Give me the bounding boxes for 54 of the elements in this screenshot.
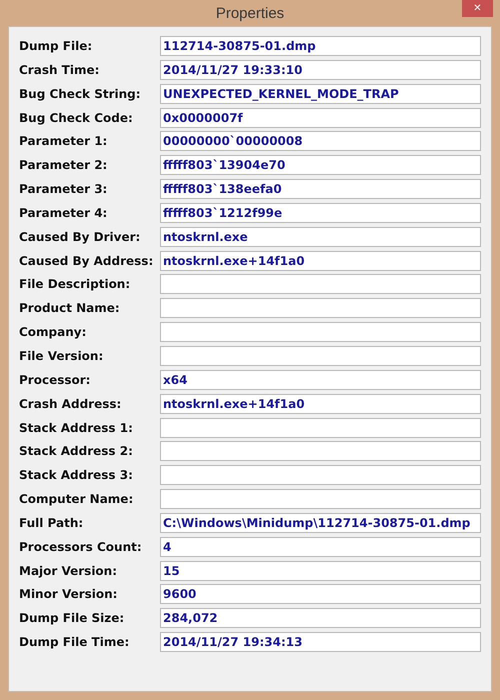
value-field[interactable]: C:\Windows\Minidump\112714-30875-01.dmp xyxy=(160,512,481,533)
field-label: Processor: xyxy=(19,372,92,387)
value-field[interactable]: 2014/11/27 19:34:13 xyxy=(160,632,481,652)
field-label: Stack Address 1: xyxy=(19,420,134,434)
value-field[interactable]: 00000000`00000008 xyxy=(160,131,481,152)
value-field[interactable] xyxy=(160,322,481,342)
value-field[interactable]: x64 xyxy=(160,370,481,390)
field-label: Stack Address 2: xyxy=(19,444,134,458)
value-field[interactable] xyxy=(160,465,481,486)
value-field[interactable]: ntoskrnl.exe xyxy=(160,226,481,247)
field-label: Computer Name: xyxy=(19,492,134,506)
value-field[interactable]: 2014/11/27 19:33:10 xyxy=(160,60,481,80)
field-label: Minor Version: xyxy=(19,587,118,602)
field-label: Processors Count: xyxy=(19,540,143,554)
value-field[interactable]: 15 xyxy=(160,560,481,581)
field-label: Crash Address: xyxy=(19,396,122,411)
value-field[interactable]: ntoskrnl.exe+14f1a0 xyxy=(160,250,481,271)
value-field[interactable] xyxy=(160,346,481,366)
field-label: Dump File Time: xyxy=(19,635,130,650)
field-label: Caused By Address: xyxy=(19,254,154,268)
field-label: File Description: xyxy=(19,277,132,292)
value-field[interactable]: ntoskrnl.exe+14f1a0 xyxy=(160,394,481,414)
field-label: Crash Time: xyxy=(19,62,100,77)
field-label: Parameter 3: xyxy=(19,182,108,196)
window-title: Properties xyxy=(216,4,284,22)
close-button[interactable]: ✕ xyxy=(462,0,493,17)
value-field[interactable]: fffff803`13904e70 xyxy=(160,155,481,176)
value-field[interactable]: 0x0000007f xyxy=(160,108,481,128)
value-field[interactable]: 112714-30875-01.dmp xyxy=(160,36,481,56)
field-label: Bug Check String: xyxy=(19,86,142,101)
value-field[interactable] xyxy=(160,298,481,318)
field-label: Stack Address 3: xyxy=(19,468,134,482)
field-label: Parameter 4: xyxy=(19,206,108,220)
field-label: Full Path: xyxy=(19,516,84,530)
field-label: Major Version: xyxy=(19,564,118,578)
value-field[interactable]: 284,072 xyxy=(160,608,481,628)
value-field[interactable] xyxy=(160,441,481,462)
field-label: Parameter 1: xyxy=(19,134,108,148)
field-label: Product Name: xyxy=(19,301,121,316)
value-field[interactable] xyxy=(160,489,481,510)
value-field[interactable]: 4 xyxy=(160,536,481,557)
field-label: Bug Check Code: xyxy=(19,110,134,125)
field-label: Caused By Driver: xyxy=(19,230,142,244)
value-field[interactable] xyxy=(160,274,481,294)
value-field[interactable]: UNEXPECTED_KERNEL_MODE_TRAP xyxy=(160,84,481,104)
value-field[interactable] xyxy=(160,418,481,438)
field-label: Company: xyxy=(19,325,88,340)
field-label: Dump File Size: xyxy=(19,611,126,626)
value-field[interactable]: fffff803`1212f99e xyxy=(160,202,481,223)
field-label: Dump File: xyxy=(19,39,94,53)
value-field[interactable]: fffff803`138eefa0 xyxy=(160,179,481,200)
value-field[interactable]: 9600 xyxy=(160,584,481,604)
field-label: File Version: xyxy=(19,348,104,363)
field-label: Parameter 2: xyxy=(19,158,108,172)
